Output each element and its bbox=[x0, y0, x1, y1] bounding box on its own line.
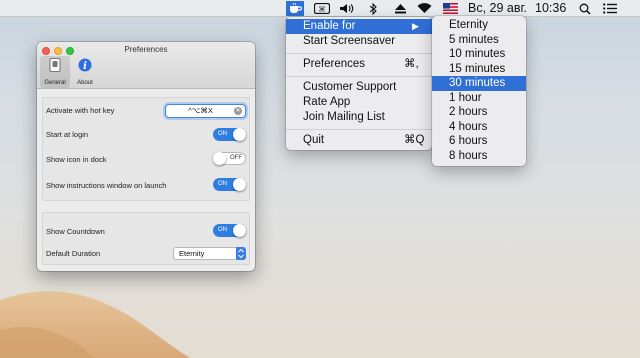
menu-item-start-screensaver-label: Start Screensaver bbox=[303, 35, 396, 47]
menu-item-enable-for[interactable]: Enable for ▶ bbox=[286, 19, 432, 34]
submenu-item-label: 30 minutes bbox=[449, 77, 506, 89]
svg-text:⌘: ⌘ bbox=[319, 5, 326, 13]
tab-general-label: General bbox=[44, 80, 66, 86]
hotkey-value: ^⌥⌘X bbox=[188, 106, 213, 115]
submenu-item-label: 2 hours bbox=[449, 106, 488, 118]
submenu-item[interactable]: 10 minutes bbox=[432, 47, 526, 62]
menu-item-preferences[interactable]: Preferences ⌘, bbox=[286, 57, 432, 72]
hotkey-field[interactable]: ^⌥⌘X ✕ bbox=[165, 104, 246, 118]
clear-hotkey-icon[interactable]: ✕ bbox=[234, 107, 242, 115]
volume-icon[interactable] bbox=[338, 1, 356, 16]
duration-label: Default Duration bbox=[46, 249, 101, 258]
caffeine-cup-icon[interactable] bbox=[286, 1, 304, 16]
menu-separator bbox=[286, 53, 432, 54]
wifi-icon[interactable] bbox=[415, 1, 433, 16]
submenu-item-selected[interactable]: 30 minutes bbox=[432, 76, 526, 91]
menu-item-quit[interactable]: Quit ⌘Q bbox=[286, 133, 432, 148]
menu-item-customer-support-label: Customer Support bbox=[303, 81, 397, 93]
show-icon-toggle[interactable]: OFF bbox=[213, 152, 246, 165]
keyboard-shortcut-icon[interactable]: ⌘ bbox=[313, 1, 331, 16]
menu-item-start-screensaver[interactable]: Start Screensaver bbox=[286, 34, 432, 49]
eject-icon[interactable] bbox=[393, 1, 407, 16]
menu-item-rate-app-label: Rate App bbox=[303, 96, 351, 108]
duration-select[interactable]: Eternity bbox=[173, 247, 246, 260]
tab-general[interactable]: General bbox=[40, 56, 70, 88]
submenu-item[interactable]: 5 minutes bbox=[432, 33, 526, 48]
preferences-shortcut: ⌘, bbox=[404, 58, 419, 70]
window-title: Preferences bbox=[124, 45, 168, 54]
submenu-item-label: 4 hours bbox=[449, 120, 488, 133]
submenu-item[interactable]: 4 hours bbox=[432, 120, 526, 135]
tab-about-label: About bbox=[77, 80, 93, 86]
submenu-item[interactable]: 1 hour bbox=[432, 91, 526, 106]
app-menu: Enable for ▶ Start Screensaver Preferenc… bbox=[286, 17, 432, 150]
hotkey-label: Activate with hot key bbox=[46, 106, 115, 115]
duration-value: Eternity bbox=[179, 249, 205, 258]
show-instructions-state: ON bbox=[218, 181, 227, 187]
info-icon: i bbox=[78, 58, 92, 72]
countdown-state: ON bbox=[218, 227, 227, 233]
submenu-arrow-icon: ▶ bbox=[412, 21, 419, 31]
start-login-state: ON bbox=[218, 131, 227, 137]
show-instructions-toggle[interactable]: ON bbox=[213, 178, 246, 191]
submenu-item-label: 15 minutes bbox=[449, 62, 506, 75]
submenu-item-label: Eternity bbox=[449, 19, 488, 31]
menu-separator bbox=[286, 129, 432, 130]
enable-for-submenu: Eternity 5 minutes 10 minutes 15 minutes… bbox=[432, 16, 526, 166]
submenu-item-label: 6 hours bbox=[449, 135, 488, 147]
us-flag-icon[interactable] bbox=[441, 1, 459, 16]
submenu-item[interactable]: 15 minutes bbox=[432, 62, 526, 77]
menu-item-preferences-label: Preferences bbox=[303, 58, 366, 70]
show-instructions-label: Show instructions window on launch bbox=[46, 181, 167, 190]
quit-shortcut: ⌘Q bbox=[404, 134, 425, 146]
submenu-item[interactable]: Eternity bbox=[432, 18, 526, 33]
search-icon[interactable] bbox=[577, 1, 593, 16]
submenu-item[interactable]: 2 hours bbox=[432, 105, 526, 120]
submenu-item[interactable]: 6 hours bbox=[432, 134, 526, 149]
tab-about[interactable]: i About bbox=[70, 56, 100, 88]
window-titlebar: Preferences General i About bbox=[37, 42, 255, 89]
submenu-item[interactable]: 8 hours bbox=[432, 149, 526, 164]
start-login-toggle[interactable]: ON bbox=[213, 128, 246, 141]
menu-item-join-mailing-list-label: Join Mailing List bbox=[303, 111, 385, 123]
menu-item-rate-app[interactable]: Rate App bbox=[286, 95, 432, 110]
list-icon[interactable] bbox=[601, 1, 619, 16]
submenu-item-label: 5 minutes bbox=[449, 33, 499, 46]
menu-item-customer-support[interactable]: Customer Support bbox=[286, 80, 432, 95]
countdown-label: Show Countdown bbox=[46, 227, 105, 236]
start-login-label: Start at login bbox=[46, 130, 89, 139]
menu-bar: ⌘ Вс, 29 авг. 10:36 bbox=[0, 0, 640, 17]
bluetooth-icon[interactable] bbox=[366, 1, 380, 16]
countdown-toggle[interactable]: ON bbox=[213, 224, 246, 237]
svg-text:i: i bbox=[83, 61, 87, 72]
chevron-updown-icon bbox=[236, 247, 246, 260]
submenu-item-label: 10 minutes bbox=[449, 48, 506, 60]
date-label[interactable]: Вс, 29 авг. bbox=[468, 1, 527, 16]
switch-icon bbox=[49, 58, 61, 72]
show-icon-label: Show icon in dock bbox=[46, 155, 107, 164]
menu-item-quit-label: Quit bbox=[303, 134, 325, 146]
preferences-window: Preferences General i About Activate wit… bbox=[37, 42, 255, 271]
menu-item-enable-for-label: Enable for bbox=[303, 20, 356, 32]
menu-separator bbox=[286, 76, 432, 77]
submenu-item-label: 1 hour bbox=[449, 91, 482, 104]
submenu-item-label: 8 hours bbox=[449, 149, 488, 162]
show-icon-state: OFF bbox=[230, 155, 242, 161]
clock-label[interactable]: 10:36 bbox=[535, 1, 566, 16]
menu-item-join-mailing-list[interactable]: Join Mailing List bbox=[286, 110, 432, 125]
